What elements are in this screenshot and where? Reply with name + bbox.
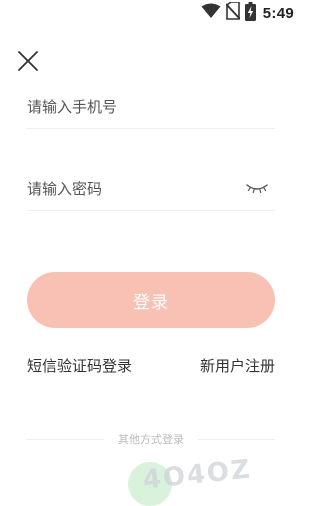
wifi-icon <box>201 3 221 23</box>
register-link[interactable]: 新用户注册 <box>200 355 275 376</box>
no-sim-icon <box>225 1 241 24</box>
close-icon <box>18 51 38 71</box>
battery-charging-icon <box>244 1 256 25</box>
password-field <box>27 170 275 211</box>
phone-field <box>27 88 275 129</box>
close-button[interactable] <box>17 50 39 72</box>
sms-login-link[interactable]: 短信验证码登录 <box>27 355 132 376</box>
status-bar: 5:49 <box>0 0 300 26</box>
watermark-text: 4O4OZ <box>141 454 253 495</box>
login-button[interactable]: 登录 <box>27 272 275 328</box>
status-icons: 5:49 <box>201 1 294 25</box>
eye-closed-icon[interactable] <box>245 180 269 196</box>
watermark-logo: 4O4OZ <box>141 454 253 495</box>
password-input[interactable] <box>27 170 227 208</box>
login-button-label: 登录 <box>133 292 169 313</box>
divider-line-left <box>27 438 104 440</box>
status-time: 5:49 <box>262 4 294 22</box>
phone-input[interactable] <box>27 88 227 126</box>
